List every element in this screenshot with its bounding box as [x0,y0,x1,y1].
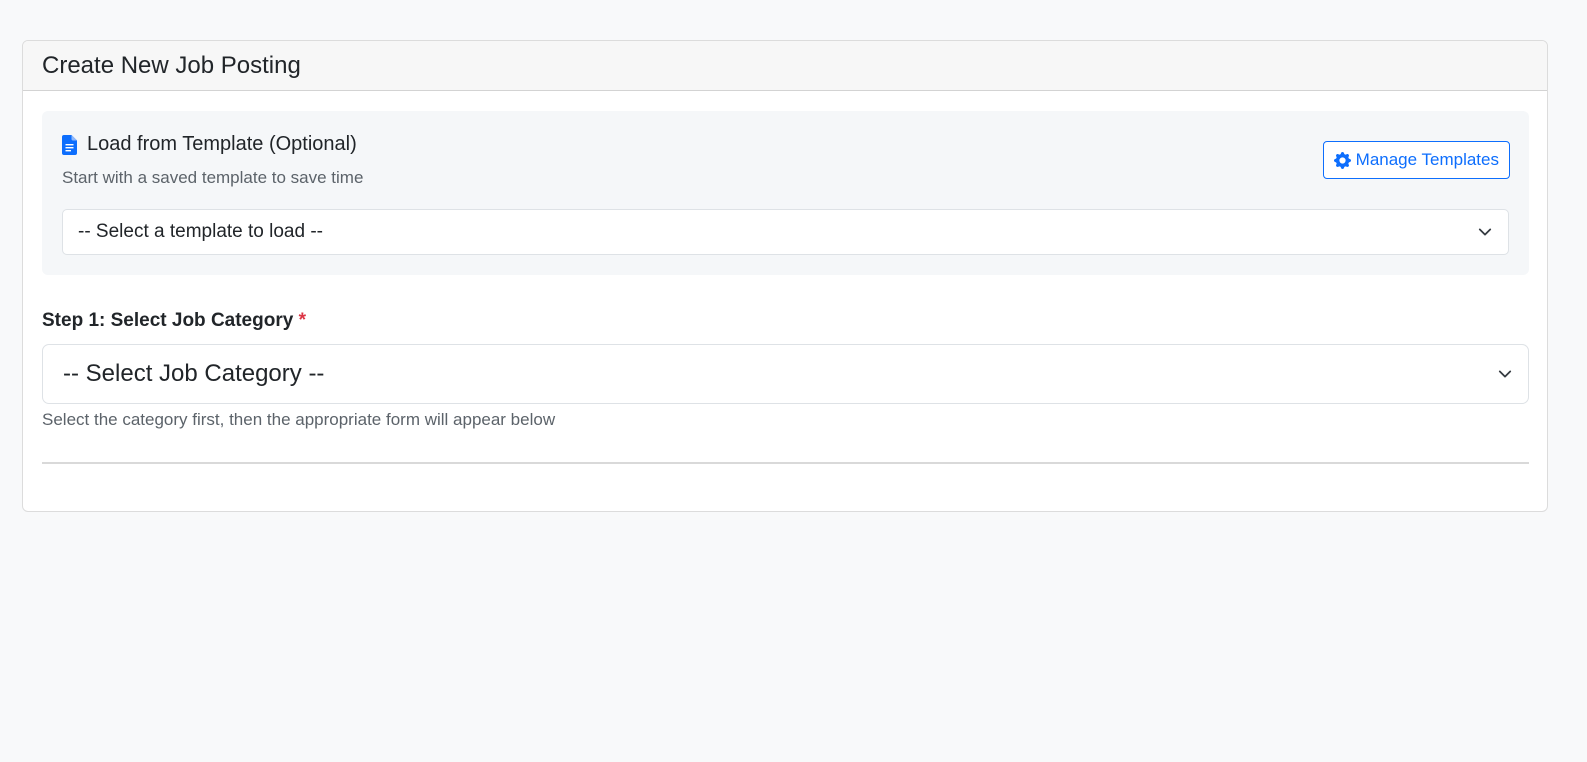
job-category-select-value: -- Select Job Category -- [63,360,325,387]
manage-templates-button[interactable]: Manage Templates [1322,141,1510,179]
chevron-down-icon [1498,370,1512,378]
template-heading-label: Load from Template (Optional) [87,133,357,155]
template-subtitle: Start with a saved template to save time [62,168,364,187]
required-marker: * [298,310,306,331]
step1-label-text: Step 1: Select Job Category [42,310,294,331]
template-panel: Load from Template (Optional) Start with… [42,111,1529,275]
template-select-value: -- Select a template to load -- [78,221,323,242]
gear-icon [1333,151,1351,169]
file-text-icon [62,134,77,155]
category-help-text: Select the category first, then the appr… [42,410,556,429]
template-heading: Load from Template (Optional) [62,133,357,156]
job-posting-card: Create New Job Posting Load from Templat… [22,40,1548,512]
page-title: Create New Job Posting [42,51,301,79]
template-select[interactable]: -- Select a template to load -- [62,209,1509,255]
step1-label: Step 1: Select Job Category * [42,310,306,332]
divider [42,462,1529,464]
card-header: Create New Job Posting [23,41,1547,91]
job-category-select[interactable]: -- Select Job Category -- [42,344,1529,404]
manage-templates-label: Manage Templates [1355,150,1499,169]
chevron-down-icon [1478,228,1492,236]
